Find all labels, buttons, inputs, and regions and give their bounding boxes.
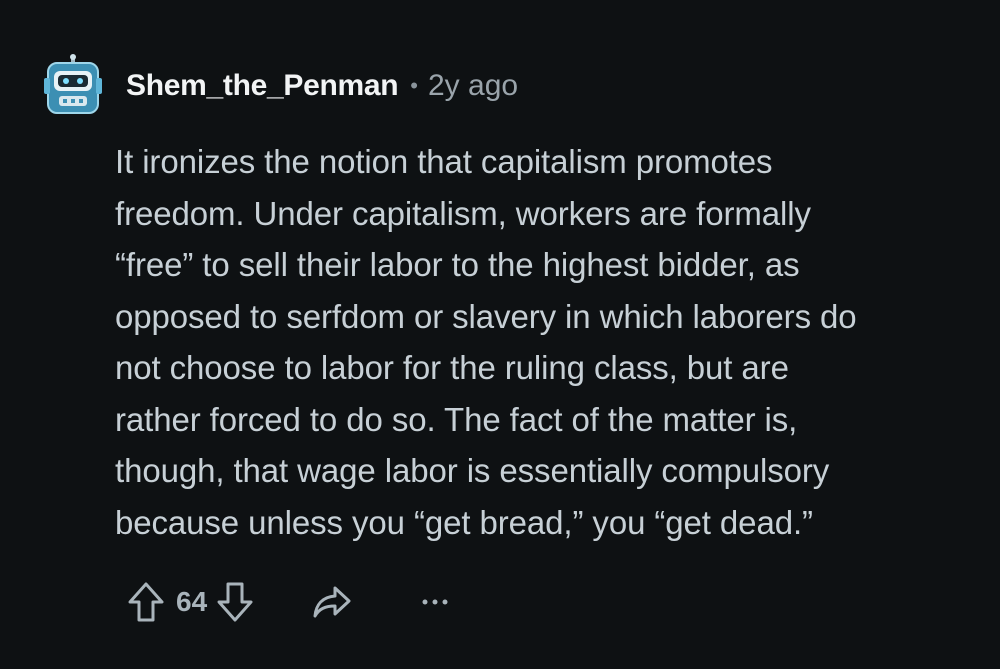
comment-timestamp[interactable]: 2y ago: [428, 69, 518, 103]
comment-body-line: not choose to labor for the ruling class…: [115, 349, 789, 386]
comment-body-line: “free” to sell their labor to the highes…: [115, 246, 800, 283]
comment-body-line: because unless you “get bread,” you “get…: [115, 503, 813, 541]
share-button[interactable]: [311, 582, 353, 622]
share-icon: [313, 586, 351, 618]
more-options-button[interactable]: [421, 597, 449, 607]
comment: Shem_the_Penman • 2y ago It ironizes the…: [0, 0, 1000, 669]
arrow-down-icon: [217, 582, 253, 622]
comment-body-line: It ironizes the notion that capitalism p…: [115, 143, 773, 180]
comment-body: It ironizes the notion that capitalism p…: [115, 136, 975, 548]
vote-count: 64: [176, 586, 208, 617]
more-icon: [422, 599, 448, 605]
meta-separator: •: [410, 73, 418, 98]
comment-body-line: opposed to serfdom or slavery in which l…: [115, 297, 857, 335]
author-name[interactable]: Shem_the_Penman: [126, 69, 399, 103]
downvote-button[interactable]: [215, 580, 255, 624]
comment-body-line: though, that wage labor is essentially c…: [115, 452, 830, 489]
comment-body-line: freedom. Under capitalism, workers are f…: [115, 194, 811, 232]
upvote-button[interactable]: [126, 580, 166, 624]
comment-header: Shem_the_Penman • 2y ago: [44, 54, 518, 118]
robot-avatar[interactable]: [44, 54, 102, 118]
arrow-up-icon: [128, 582, 164, 622]
comment-body-line: rather forced to do so. The fact of the …: [115, 400, 798, 438]
comment-actions: 64: [126, 578, 449, 626]
